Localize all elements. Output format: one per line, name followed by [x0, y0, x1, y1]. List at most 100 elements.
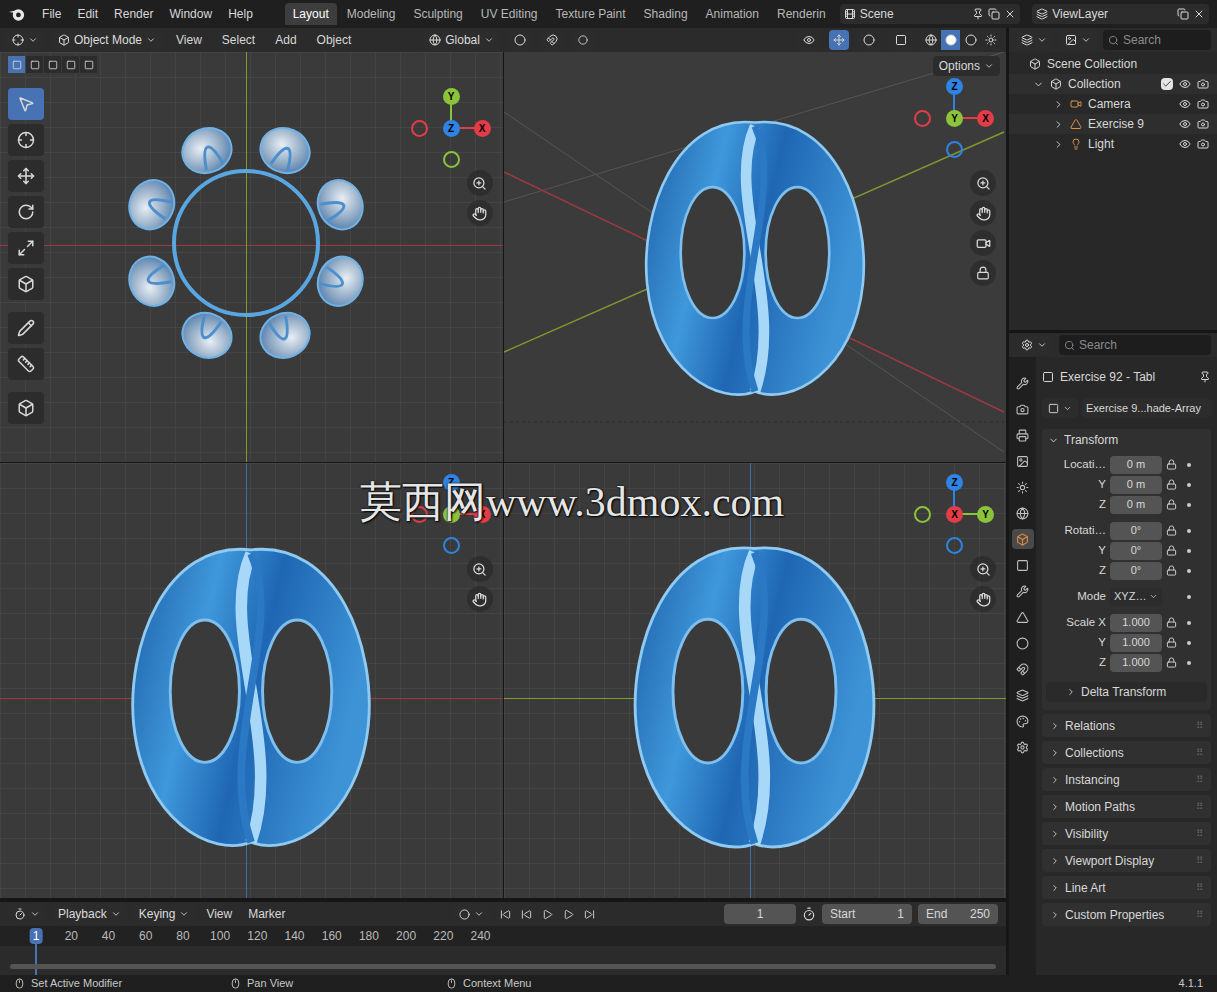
- properties-tab-icon[interactable]: [1012, 685, 1034, 705]
- rendered-icon[interactable]: [981, 30, 1000, 50]
- value-field[interactable]: 0°: [1110, 562, 1162, 580]
- outliner-row[interactable]: Scene Collection: [1009, 54, 1217, 74]
- view-layer-selector[interactable]: ViewLayer: [1032, 4, 1209, 24]
- viewport-top[interactable]: YXZ: [0, 52, 503, 462]
- tool-icon[interactable]: [8, 88, 44, 120]
- menu-item[interactable]: File: [35, 5, 68, 23]
- workspace-tab[interactable]: Layout: [285, 3, 337, 25]
- pan-hand-icon[interactable]: [970, 200, 996, 226]
- blender-logo-icon[interactable]: [8, 6, 25, 22]
- editor-type-icon[interactable]: [1015, 335, 1053, 355]
- axis-right[interactable]: X: [474, 120, 491, 137]
- render-icon[interactable]: [1197, 138, 1209, 150]
- axis-top[interactable]: Y: [443, 88, 460, 105]
- properties-tab-icon[interactable]: [1012, 607, 1034, 627]
- workspace-tab[interactable]: UV Editing: [473, 3, 546, 25]
- eye-icon[interactable]: [1179, 78, 1191, 90]
- render-icon[interactable]: [1197, 98, 1209, 110]
- tool-icon[interactable]: [8, 232, 44, 264]
- transport-icon[interactable]: [580, 904, 600, 924]
- lock-icon[interactable]: [1166, 637, 1177, 648]
- panel-header[interactable]: Transform: [1042, 429, 1211, 451]
- lock-icon[interactable]: [1166, 499, 1177, 510]
- properties-tab-icon[interactable]: [1012, 659, 1034, 679]
- editor-type-icon[interactable]: [8, 904, 46, 924]
- frame-tick[interactable]: 60: [136, 928, 155, 944]
- properties-tab-icon[interactable]: [1012, 399, 1034, 419]
- frame-tick[interactable]: 200: [393, 928, 419, 944]
- lock-icon[interactable]: [970, 260, 996, 286]
- transport-icon[interactable]: [538, 904, 558, 924]
- keyframe-dot[interactable]: [1187, 569, 1191, 573]
- frame-tick[interactable]: 160: [319, 928, 345, 944]
- axis-negative-right[interactable]: [914, 110, 931, 127]
- current-frame-field[interactable]: 1: [724, 904, 796, 924]
- lock-icon[interactable]: [1166, 545, 1177, 556]
- axis-negative-right[interactable]: [914, 506, 931, 523]
- axis-gizmo[interactable]: ZXY: [913, 77, 995, 159]
- header-menu[interactable]: Object: [311, 31, 358, 49]
- properties-tab-icon[interactable]: [1012, 477, 1034, 497]
- subpanel-header[interactable]: Delta Transform: [1046, 682, 1207, 702]
- panel-header[interactable]: Instancing⠿: [1042, 768, 1211, 791]
- overlay-icon[interactable]: [857, 30, 881, 50]
- panel-header[interactable]: Visibility⠿: [1042, 822, 1211, 845]
- header-menu[interactable]: Select: [216, 31, 261, 49]
- transport-icon[interactable]: [559, 904, 579, 924]
- editor-type-icon[interactable]: [1015, 30, 1053, 50]
- solid-icon[interactable]: [941, 30, 960, 50]
- copy-icon[interactable]: [1177, 8, 1189, 20]
- frame-tick[interactable]: 220: [430, 928, 456, 944]
- timeline-scrollbar[interactable]: [10, 964, 996, 969]
- tool-icon[interactable]: [8, 160, 44, 192]
- value-field[interactable]: 1.000: [1110, 654, 1162, 672]
- properties-tab-icon[interactable]: [1012, 425, 1034, 445]
- axis-center[interactable]: Z: [443, 120, 460, 137]
- lock-icon[interactable]: [1166, 459, 1177, 470]
- lock-icon[interactable]: [1166, 479, 1177, 490]
- tool-icon[interactable]: [8, 268, 44, 300]
- zoom-icon[interactable]: [467, 170, 493, 196]
- axis-center[interactable]: Y: [946, 110, 963, 127]
- mode-dropdown[interactable]: Object Mode: [52, 30, 162, 50]
- outliner-row[interactable]: Camera: [1009, 94, 1217, 114]
- close-icon[interactable]: [1004, 8, 1016, 20]
- xray-icon[interactable]: [889, 30, 913, 50]
- lock-icon[interactable]: [1166, 617, 1177, 628]
- viewport-right[interactable]: ZYX: [504, 463, 1007, 898]
- copy-icon[interactable]: [988, 8, 1000, 20]
- workspace-tab[interactable]: Texture Paint: [548, 3, 634, 25]
- pin-icon[interactable]: [972, 8, 984, 20]
- eye-icon[interactable]: [1179, 138, 1191, 150]
- eye-icon[interactable]: [1179, 118, 1191, 130]
- properties-tab-icon[interactable]: [1012, 451, 1034, 471]
- menu-item[interactable]: Window: [162, 5, 219, 23]
- select-mode-icon[interactable]: [8, 56, 25, 73]
- header-menu[interactable]: View: [170, 31, 208, 49]
- menu-item[interactable]: Help: [221, 5, 260, 23]
- outliner-row[interactable]: Exercise 9: [1009, 114, 1217, 134]
- properties-tab-icon[interactable]: [1012, 373, 1034, 393]
- menu-item[interactable]: Edit: [70, 5, 105, 23]
- object-data-dropdown[interactable]: Exercise 9...hade-Array: [1042, 397, 1211, 419]
- frame-tick[interactable]: 1: [30, 928, 43, 944]
- mode-dropdown[interactable]: XYZ…: [1110, 588, 1162, 606]
- tool-icon[interactable]: [8, 312, 44, 344]
- select-mode-icon[interactable]: [80, 56, 97, 73]
- axis-gizmo[interactable]: ZYX: [913, 473, 995, 555]
- visibility-icon[interactable]: [797, 30, 821, 50]
- axis-negative-top[interactable]: [443, 151, 460, 168]
- keyframe-dot[interactable]: [1187, 483, 1191, 487]
- value-field[interactable]: 0°: [1110, 522, 1162, 540]
- select-mode-icon[interactable]: [62, 56, 79, 73]
- properties-search[interactable]: Search: [1059, 335, 1211, 355]
- frame-tick[interactable]: 100: [207, 928, 233, 944]
- header-menu[interactable]: Add: [269, 31, 302, 49]
- value-field[interactable]: 0°: [1110, 542, 1162, 560]
- tool-icon[interactable]: [8, 392, 44, 424]
- keyframe-dot[interactable]: [1187, 503, 1191, 507]
- keyframe-dot[interactable]: [1187, 595, 1191, 599]
- outliner-row[interactable]: Light: [1009, 134, 1217, 154]
- zoom-icon[interactable]: [970, 170, 996, 196]
- gizmo-icon[interactable]: [829, 30, 849, 50]
